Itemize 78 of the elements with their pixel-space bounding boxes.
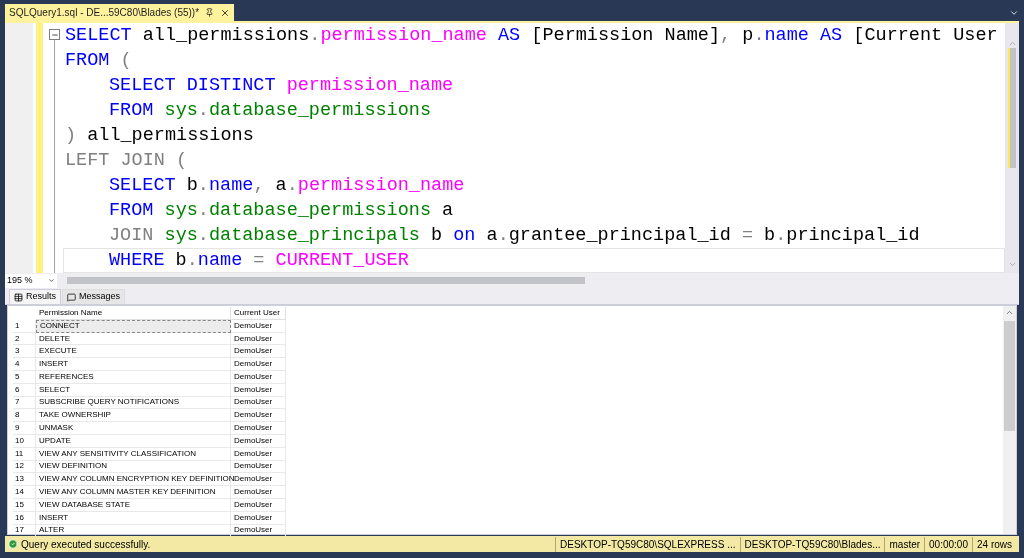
row-number[interactable]: 16 [13,511,36,525]
table-cell[interactable]: VIEW DATABASE STATE [36,498,231,512]
result-tab[interactable]: Results [9,289,61,304]
code-line: SELECT all_permissions.permission_name AS [Permission Name], p.name AS [Current User [64,24,999,48]
code-line: LEFT JOIN ( [64,149,189,173]
row-number[interactable]: 7 [13,396,36,410]
table-cell[interactable]: UPDATE [36,434,231,448]
table-cell[interactable]: DemoUser [231,511,286,525]
caret-icon [48,277,55,284]
close-icon[interactable] [220,7,231,18]
row-number[interactable]: 6 [13,383,36,397]
success-icon [8,539,18,549]
table-cell[interactable]: DemoUser [231,498,286,512]
table-cell[interactable]: DemoUser [231,383,286,397]
table-cell[interactable]: DemoUser [231,332,286,346]
table-cell[interactable]: DemoUser [231,319,286,333]
table-cell[interactable]: DELETE [36,332,231,346]
table-cell[interactable]: DemoUser [231,396,286,410]
status-message: Query executed successfully. [21,537,151,552]
table-cell[interactable]: DemoUser [231,409,286,423]
grid-scrollbar[interactable] [1003,306,1016,534]
table-cell[interactable]: INSERT [36,511,231,525]
row-number[interactable]: 4 [13,358,36,371]
code-line: FROM sys.database_permissions [108,99,432,123]
table-cell[interactable]: DemoUser [231,358,286,371]
row-number[interactable]: 10 [13,434,36,448]
row-number[interactable]: 12 [13,460,36,474]
code-line: FROM sys.database_permissions a [108,199,455,223]
code-line: ) all_permissions [64,124,255,148]
table-cell[interactable]: REFERENCES [36,371,231,384]
table-cell[interactable]: SELECT [36,383,231,397]
row-number[interactable]: 9 [13,422,36,435]
scroll-down-icon[interactable] [1007,260,1017,269]
table-cell[interactable]: DemoUser [231,422,286,435]
table-cell[interactable]: SUBSCRIBE QUERY NOTIFICATIONS [36,396,231,410]
scroll-up-icon[interactable] [1005,308,1014,317]
table-cell[interactable]: INSERT [36,358,231,371]
row-number[interactable]: 5 [13,371,36,384]
table-cell[interactable]: DemoUser [231,460,286,474]
row-number[interactable]: 3 [13,345,36,359]
result-tab[interactable]: Messages [62,289,126,304]
code-line: JOIN sys.database_principals b on a.grantee_principal_id = b.principal_id [108,224,921,248]
code-line: FROM ( [64,49,133,73]
column-header[interactable]: Permission Name [36,307,231,320]
row-number[interactable]: 8 [13,409,36,423]
code-line: SELECT DISTINCT permission_name [108,74,455,98]
fold-toggle[interactable] [49,29,60,40]
pin-icon[interactable] [205,8,215,17]
table-cell[interactable]: TAKE OWNERSHIP [36,409,231,423]
zoom-dropdown[interactable]: 195 % [5,273,57,288]
grid-icon [14,292,23,302]
table-cell[interactable]: DemoUser [231,486,286,499]
row-number[interactable]: 14 [13,486,36,499]
row-number[interactable]: 13 [13,473,36,487]
row-number[interactable]: 11 [13,447,36,461]
message-icon [67,292,76,302]
table-cell[interactable]: VIEW ANY SENSITIVITY CLASSIFICATION [36,447,231,461]
code-line: SELECT b.name, a.permission_name [108,174,466,198]
table-cell[interactable]: DemoUser [231,434,286,448]
table-cell[interactable]: VIEW ANY COLUMN MASTER KEY DEFINITION [36,486,231,499]
table-cell[interactable]: DemoUser [231,447,286,461]
column-header[interactable]: Current User [231,307,286,320]
table-cell[interactable]: EXECUTE [36,345,231,359]
table-cell[interactable]: UNMASK [36,422,231,435]
vertical-scrollbar[interactable] [1005,23,1019,273]
status-panel: 00:00:00 [924,536,972,552]
status-panel: 24 rows [972,536,1016,552]
status-panel: master [884,536,925,552]
scroll-up-icon[interactable] [1007,39,1017,48]
row-number[interactable]: 15 [13,498,36,512]
status-panel: DESKTOP-TQ59C80\Blades... [739,536,885,552]
tab-title: SQLQuery1.sql - DE...59C80\Blades (55))* [9,6,200,20]
document-tab[interactable]: SQLQuery1.sql - DE...59C80\Blades (55))* [5,4,235,21]
table-cell[interactable]: VIEW DEFINITION [36,460,231,474]
table-cell[interactable]: DemoUser [231,371,286,384]
table-cell[interactable]: DemoUser [231,345,286,359]
status-panel: DESKTOP-TQ59C80\SQLEXPRESS ... [555,536,740,552]
row-number[interactable]: 2 [13,332,36,346]
